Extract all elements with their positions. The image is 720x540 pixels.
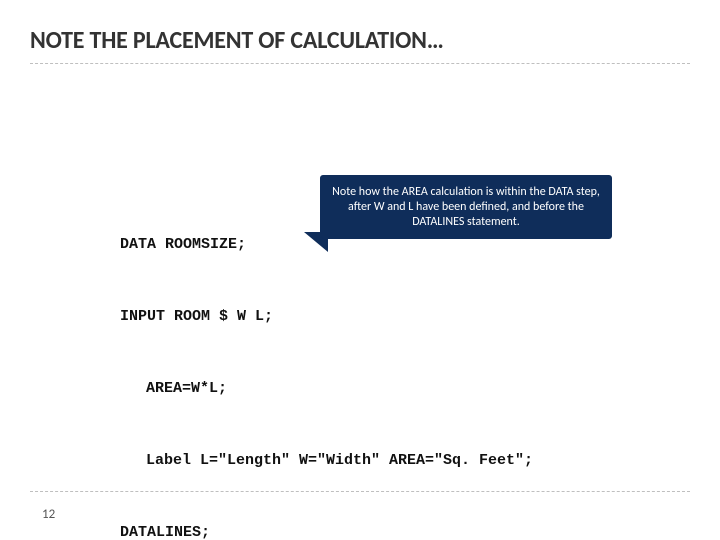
callout-text: Note how the AREA calculation is within … (327, 185, 605, 230)
slide-title: NOTE THE PLACEMENT OF CALCULATION… (30, 26, 690, 55)
title-block: NOTE THE PLACEMENT OF CALCULATION… (30, 26, 690, 64)
code-line: AREA=W*L; (120, 377, 533, 401)
slide: NOTE THE PLACEMENT OF CALCULATION… DATA … (0, 0, 720, 540)
footer (30, 491, 690, 516)
code-line: Label L="Length" W="Width" AREA="Sq. Fee… (120, 449, 533, 473)
code-line: DATALINES; (120, 521, 533, 540)
callout-box: Note how the AREA calculation is within … (320, 175, 612, 239)
title-divider (30, 63, 690, 64)
code-line: INPUT ROOM $ W L; (120, 305, 533, 329)
footer-divider (30, 491, 690, 492)
page-number: 12 (42, 507, 55, 522)
